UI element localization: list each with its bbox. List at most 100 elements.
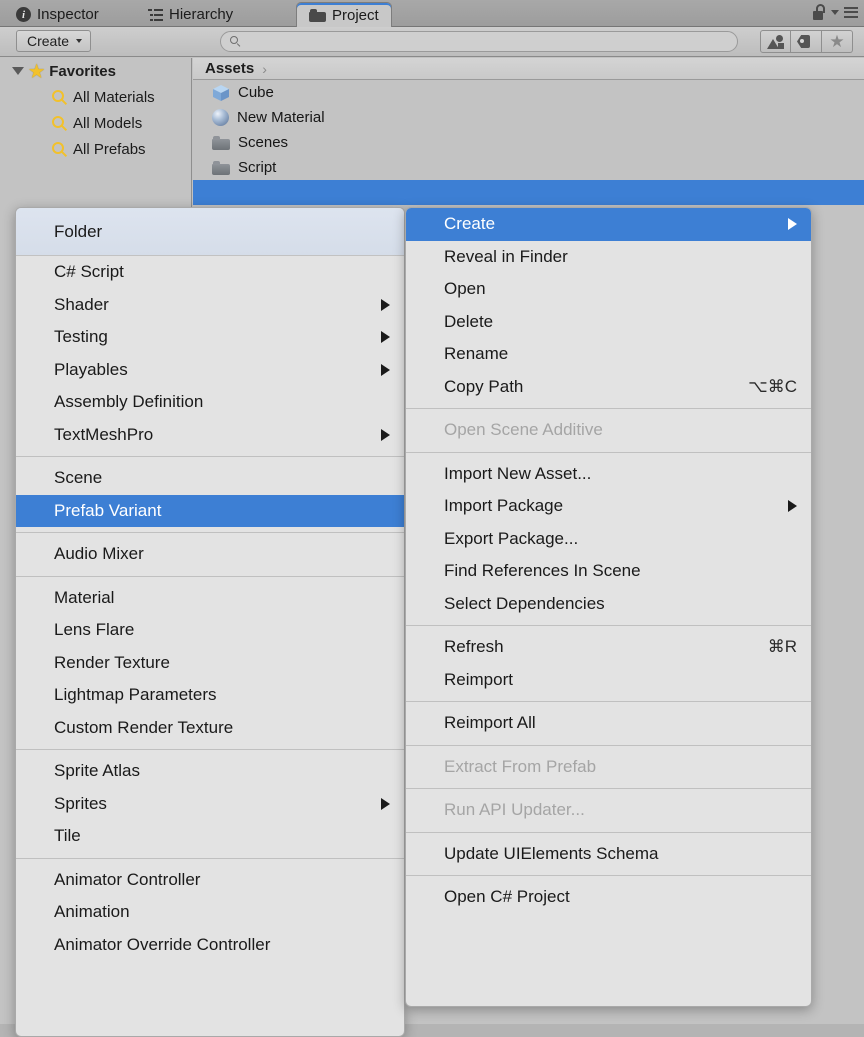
asset-context-menu[interactable]: Create Reveal in Finder Open Delete Rename Co…	[405, 207, 812, 1007]
create-menu-item-lens-flare[interactable]: Lens Flare	[16, 614, 404, 647]
context-menu-item-reimport[interactable]: Reimport	[406, 664, 811, 697]
menu-item-label: Shader	[54, 294, 109, 314]
menu-item-label: Lens Flare	[54, 620, 135, 640]
create-menu-item-sprite-atlas[interactable]: Sprite Atlas	[16, 755, 404, 788]
menu-separator	[16, 456, 404, 457]
sidebar-item-all-prefabs[interactable]: All Prefabs	[0, 136, 191, 162]
menu-item-label: Testing	[54, 327, 108, 347]
asset-row-scenes[interactable]: Scenes	[193, 130, 864, 155]
breadcrumb-assets[interactable]: Assets	[205, 60, 254, 77]
menu-item-label: Render Texture	[54, 652, 170, 672]
shapes-icon	[767, 34, 784, 49]
search-icon	[52, 89, 67, 105]
asset-row-new-material[interactable]: New Material	[193, 105, 864, 130]
context-menu-item-reimport-all[interactable]: Reimport All	[406, 707, 811, 740]
menu-item-label: Open	[444, 279, 486, 299]
create-menu-item-animator-controller[interactable]: Animator Controller	[16, 864, 404, 897]
menu-item-label: Rename	[444, 344, 509, 364]
search-icon	[52, 115, 67, 131]
tab-label: Inspector	[37, 6, 99, 23]
create-menu-item-material[interactable]: Material	[16, 582, 404, 615]
search-field[interactable]	[220, 31, 738, 52]
menu-item-label: Lightmap Parameters	[54, 685, 217, 705]
context-menu-item-select-dependencies[interactable]: Select Dependencies	[406, 588, 811, 621]
menu-item-label: Export Package...	[444, 528, 579, 548]
create-menu-item-animator-override-controller[interactable]: Animator Override Controller	[16, 929, 404, 962]
menu-item-label: Refresh	[444, 637, 504, 657]
create-button[interactable]: Create	[16, 30, 92, 52]
submenu-arrow-icon	[381, 363, 390, 376]
create-menu-item-assembly-definition[interactable]: Assembly Definition	[16, 386, 404, 419]
filter-by-type-button[interactable]	[760, 30, 791, 53]
menu-item-label: Audio Mixer	[54, 544, 144, 564]
menu-separator	[16, 575, 404, 577]
menu-item-label: Material	[54, 587, 115, 607]
menu-item-label: Animator Controller	[54, 869, 201, 889]
search-input[interactable]	[246, 33, 730, 50]
create-menu-item-testing[interactable]: Testing	[16, 321, 404, 354]
menu-item-label: Playables	[54, 359, 128, 379]
favorites-header[interactable]: ★ Favorites	[0, 58, 191, 84]
create-menu-item-lightmap-parameters[interactable]: Lightmap Parameters	[16, 679, 404, 712]
context-menu-item-open-c-project[interactable]: Open C# Project	[406, 881, 811, 914]
context-menu-item-find-references-in-scene[interactable]: Find References In Scene	[406, 555, 811, 588]
create-menu-item-tile[interactable]: Tile	[16, 820, 404, 853]
favorites-button[interactable]: ★	[822, 30, 853, 53]
menu-separator	[406, 408, 811, 409]
context-menu-item-export-package[interactable]: Export Package...	[406, 523, 811, 556]
menu-item-label: Sprite Atlas	[54, 761, 140, 781]
create-menu-item-audio-mixer[interactable]: Audio Mixer	[16, 538, 404, 571]
folder-icon	[212, 135, 230, 150]
tab-project[interactable]: Project	[296, 2, 392, 27]
asset-row-script[interactable]: Script	[193, 155, 864, 180]
create-menu-item-shader[interactable]: Shader	[16, 289, 404, 322]
menu-item-label: Animator Override Controller	[54, 934, 271, 954]
create-menu-item-c-script[interactable]: C# Script	[16, 256, 404, 289]
context-menu-item-extract-from-prefab: Extract From Prefab	[406, 751, 811, 784]
menu-separator	[16, 857, 404, 859]
menu-separator	[406, 831, 811, 833]
filter-by-label-button[interactable]	[791, 30, 822, 53]
sidebar-item-all-materials[interactable]: All Materials	[0, 84, 191, 110]
triangle-down-icon[interactable]	[12, 67, 24, 75]
create-menu-item-textmeshpro[interactable]: TextMeshPro	[16, 419, 404, 452]
menu-item-label: Reimport All	[444, 713, 536, 733]
create-menu-item-custom-render-texture[interactable]: Custom Render Texture	[16, 712, 404, 745]
folder-icon	[309, 8, 326, 22]
context-menu-item-update-uielements-schema[interactable]: Update UIElements Schema	[406, 838, 811, 871]
create-menu-item-render-texture[interactable]: Render Texture	[16, 647, 404, 680]
asset-row-selected[interactable]	[193, 180, 864, 205]
tab-bar-controls	[813, 4, 858, 20]
menu-separator	[406, 875, 811, 876]
context-menu-item-copy-path[interactable]: Copy Path ⌥⌘C	[406, 371, 811, 404]
context-menu-item-refresh[interactable]: Refresh ⌘R	[406, 631, 811, 664]
menu-item-label: Prefab Variant	[54, 500, 162, 520]
lock-icon[interactable]	[813, 4, 826, 20]
sphere-icon	[212, 109, 229, 126]
favorites-label: Favorites	[49, 62, 116, 80]
create-menu-item-sprites[interactable]: Sprites	[16, 788, 404, 821]
chevron-down-icon[interactable]	[831, 9, 839, 15]
menu-item-label: Find References In Scene	[444, 561, 641, 581]
create-submenu[interactable]: Folder C# Script Shader Testing Playables As…	[15, 207, 405, 1037]
context-menu-item-create[interactable]: Create	[406, 208, 811, 241]
asset-label: Script	[238, 159, 277, 176]
context-menu-item-import-new-asset[interactable]: Import New Asset...	[406, 458, 811, 491]
hamburger-menu-icon[interactable]	[844, 6, 858, 18]
create-menu-item-prefab-variant[interactable]: Prefab Variant	[16, 494, 404, 527]
breadcrumb[interactable]: Assets ›	[193, 58, 864, 80]
tab-inspector[interactable]: i Inspector	[4, 2, 111, 27]
context-menu-item-import-package[interactable]: Import Package	[406, 490, 811, 523]
tab-hierarchy[interactable]: Hierarchy	[136, 2, 245, 27]
sidebar-item-all-models[interactable]: All Models	[0, 110, 191, 136]
context-menu-item-rename[interactable]: Rename	[406, 338, 811, 371]
create-menu-item-folder[interactable]: Folder	[16, 216, 404, 248]
create-menu-item-scene[interactable]: Scene	[16, 462, 404, 495]
asset-row-cube[interactable]: Cube	[193, 80, 864, 105]
context-menu-item-reveal-in-finder[interactable]: Reveal in Finder	[406, 241, 811, 274]
menu-item-label: Open Scene Additive	[444, 420, 603, 440]
create-menu-item-animation[interactable]: Animation	[16, 896, 404, 929]
context-menu-item-delete[interactable]: Delete	[406, 306, 811, 339]
context-menu-item-open[interactable]: Open	[406, 273, 811, 306]
create-menu-item-playables[interactable]: Playables	[16, 354, 404, 387]
